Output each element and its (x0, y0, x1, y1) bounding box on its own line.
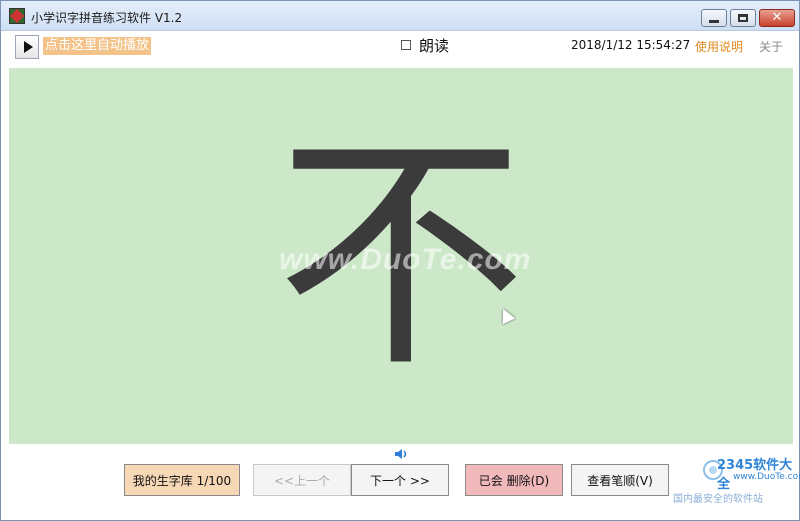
minimize-icon (709, 19, 719, 23)
maximize-icon (738, 14, 748, 22)
window-title: 小学识字拼音练习软件 V1.2 (31, 11, 183, 25)
character-display[interactable]: 不 www.DuoTe.com (9, 68, 793, 444)
my-library-button[interactable]: 我的生字库 1/100 (124, 464, 240, 496)
read-aloud-checkbox[interactable] (401, 40, 411, 50)
close-button[interactable]: ✕ (759, 9, 795, 27)
watermark: www.DuoTe.com (279, 243, 532, 276)
maximize-button[interactable] (730, 9, 756, 27)
toolbar: 点击这里自动播放 朗读 2018/1/12 15:54:27 使用说明 关于 (9, 31, 793, 67)
logo-subtitle: 国内最安全的软件站 (673, 494, 763, 505)
help-link[interactable]: 使用说明 (695, 38, 743, 55)
minimize-button[interactable] (701, 9, 727, 27)
read-aloud-label[interactable]: 朗读 (419, 35, 449, 56)
play-icon (23, 41, 33, 53)
app-window: 小学识字拼音练习软件 V1.2 ✕ 点击这里自动播放 朗读 2018/1/12 … (0, 0, 800, 521)
next-button[interactable]: 下一个 >> (351, 464, 449, 496)
learned-delete-button[interactable]: 已会 删除(D) (465, 464, 563, 496)
app-icon (9, 8, 25, 24)
logo-url: www.DuoTe.com (733, 472, 800, 482)
play-button[interactable] (15, 35, 39, 59)
bottom-bar: 我的生字库 1/100 <<上一个 下一个 >> 已会 删除(D) 查看笔顺(V… (9, 444, 800, 518)
view-stroke-order-button[interactable]: 查看笔顺(V) (571, 464, 669, 496)
speaker-icon[interactable] (395, 448, 409, 460)
autoplay-link[interactable]: 点击这里自动播放 (43, 37, 152, 55)
title-bar[interactable]: 小学识字拼音练习软件 V1.2 ✕ (1, 1, 799, 31)
datetime-display: 2018/1/12 15:54:27 (571, 38, 691, 52)
previous-button[interactable]: <<上一个 (253, 464, 351, 496)
close-icon: ✕ (771, 10, 783, 25)
about-link[interactable]: 关于 (759, 38, 783, 55)
